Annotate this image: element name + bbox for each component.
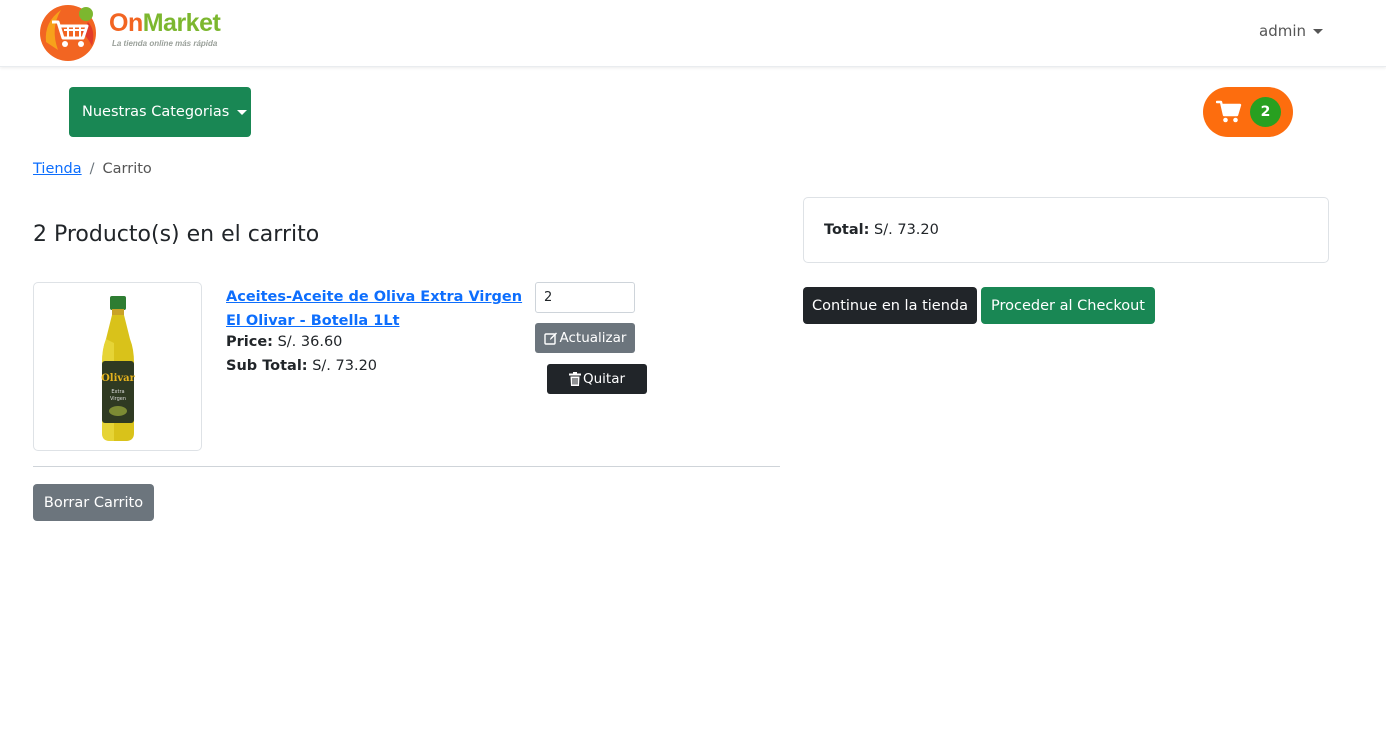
- product-subtotal: Sub Total: S/. 73.20: [226, 358, 377, 374]
- cart-heading: 2 Producto(s) en el carrito: [33, 222, 320, 247]
- product-thumbnail[interactable]: Olivar Extra Virgen: [33, 282, 202, 451]
- svg-text:Virgen: Virgen: [110, 396, 126, 402]
- brand-name-part2: Market: [142, 9, 221, 37]
- product-subtotal-value: S/. 73.20: [312, 358, 378, 374]
- product-price: Price: S/. 36.60: [226, 334, 342, 350]
- navbar: OnMarket La tienda online más rápida adm…: [0, 0, 1386, 67]
- shopping-cart-logo-icon: [40, 5, 96, 61]
- quantity-input[interactable]: [535, 282, 635, 313]
- cart-button[interactable]: 2: [1203, 87, 1293, 137]
- product-price-value: S/. 36.60: [277, 334, 343, 350]
- remove-button-label: Quitar: [582, 371, 626, 387]
- product-subtotal-label: Sub Total:: [226, 358, 308, 374]
- brand-name: OnMarket: [109, 9, 221, 38]
- svg-text:Extra: Extra: [111, 389, 124, 395]
- order-total-value: S/. 73.20: [874, 222, 939, 238]
- order-total-label: Total:: [824, 222, 870, 238]
- categories-button-label: Nuestras Categorias: [82, 104, 230, 120]
- chevron-down-icon: [237, 109, 248, 115]
- clear-cart-button[interactable]: Borrar Carrito: [33, 484, 154, 521]
- svg-text:Olivar: Olivar: [101, 373, 136, 384]
- cart-count-badge: 2: [1250, 97, 1281, 127]
- breadcrumb-link-tienda[interactable]: Tienda: [33, 161, 82, 177]
- breadcrumb: Tienda / Carrito: [33, 161, 152, 177]
- product-price-label: Price:: [226, 334, 273, 350]
- brand-tagline: La tienda online más rápida: [112, 39, 218, 48]
- user-name: admin: [1259, 22, 1306, 40]
- chevron-down-icon: [1313, 29, 1323, 34]
- update-quantity-button[interactable]: Actualizar: [535, 323, 635, 353]
- breadcrumb-current: Carrito: [102, 161, 152, 177]
- edit-icon: [543, 331, 558, 345]
- categories-dropdown-button[interactable]: Nuestras Categorias: [69, 87, 251, 137]
- order-total-card: Total: S/. 73.20: [803, 197, 1329, 263]
- trash-icon: [568, 372, 581, 386]
- olive-oil-bottle-image: Olivar Extra Virgen: [101, 296, 136, 441]
- update-button-label: Actualizar: [559, 330, 627, 346]
- product-title-link[interactable]: Aceites-Aceite de Oliva Extra Virgen El …: [226, 285, 526, 333]
- brand-logo[interactable]: OnMarket La tienda online más rápida: [36, 2, 236, 61]
- divider: [33, 466, 780, 467]
- breadcrumb-separator: /: [89, 161, 95, 177]
- continue-shopping-button[interactable]: Continue en la tienda: [803, 287, 977, 324]
- brand-name-part1: On: [109, 9, 143, 37]
- user-menu-toggle[interactable]: admin: [1259, 22, 1323, 40]
- shopping-cart-icon: [1216, 100, 1242, 123]
- remove-item-button[interactable]: Quitar: [547, 364, 647, 394]
- checkout-button[interactable]: Proceder al Checkout: [981, 287, 1155, 324]
- order-total: Total: S/. 73.20: [824, 222, 939, 238]
